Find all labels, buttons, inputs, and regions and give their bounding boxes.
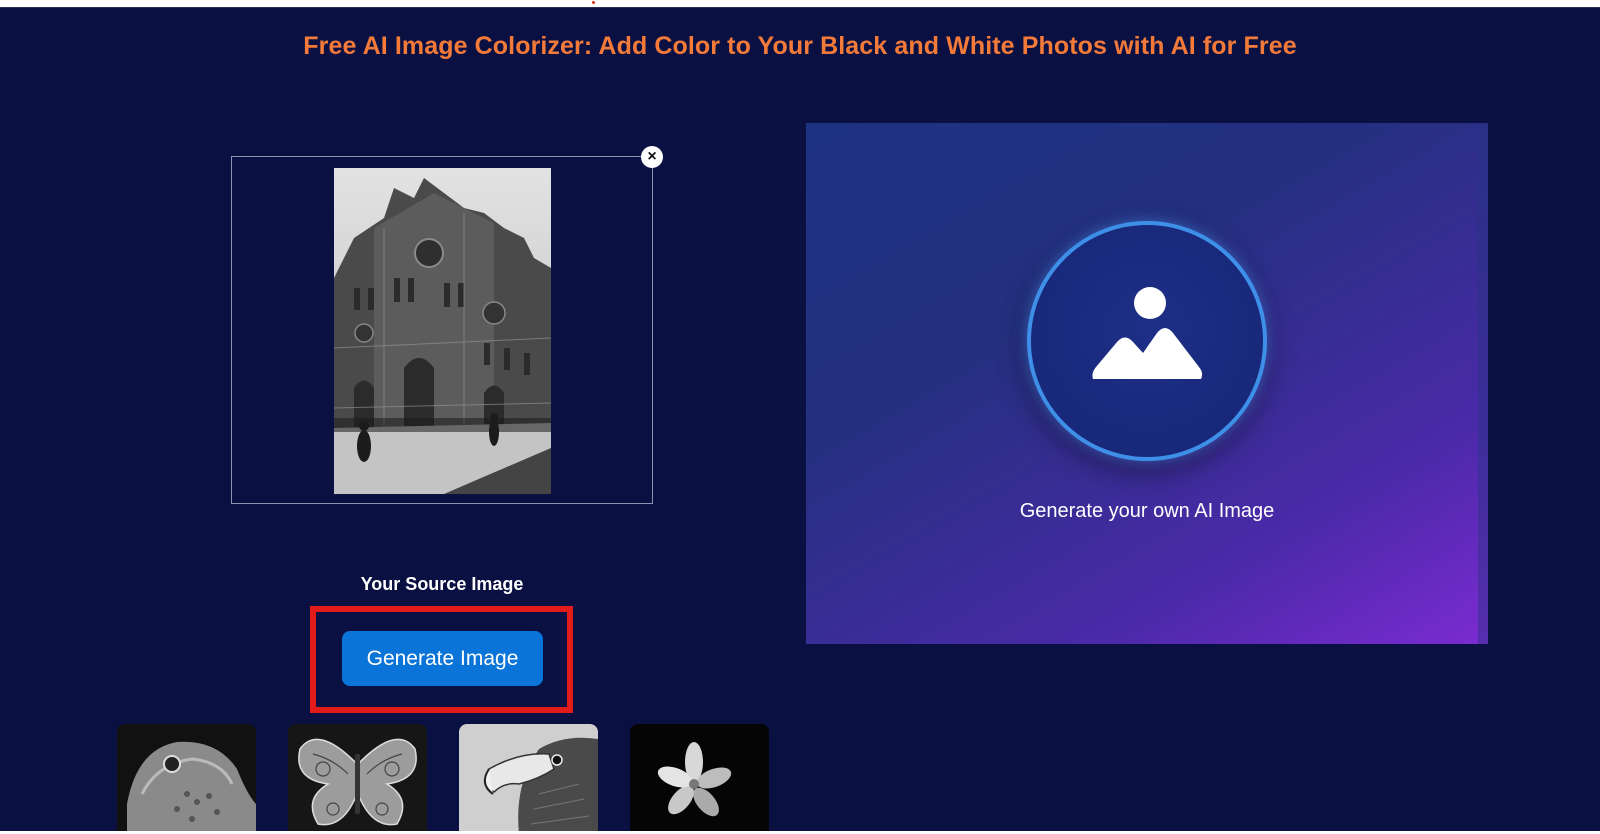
source-image-label: Your Source Image xyxy=(360,574,524,594)
source-image xyxy=(334,168,551,494)
remove-image-button[interactable]: × xyxy=(641,146,663,168)
output-caption: Generate your own AI Image xyxy=(1019,500,1275,522)
image-placeholder-icon xyxy=(1027,221,1267,461)
top-border xyxy=(0,0,1600,8)
page: Free AI Image Colorizer: Add Color to Yo… xyxy=(0,0,1600,834)
top-marker xyxy=(592,1,595,4)
sample-butterfly[interactable] xyxy=(288,724,427,834)
sample-eagle[interactable] xyxy=(459,724,598,834)
sample-lizard[interactable] xyxy=(117,724,256,834)
page-title: Free AI Image Colorizer: Add Color to Yo… xyxy=(303,32,1297,60)
generate-image-button[interactable]: Generate Image xyxy=(342,631,543,686)
sample-flower[interactable] xyxy=(630,724,769,834)
